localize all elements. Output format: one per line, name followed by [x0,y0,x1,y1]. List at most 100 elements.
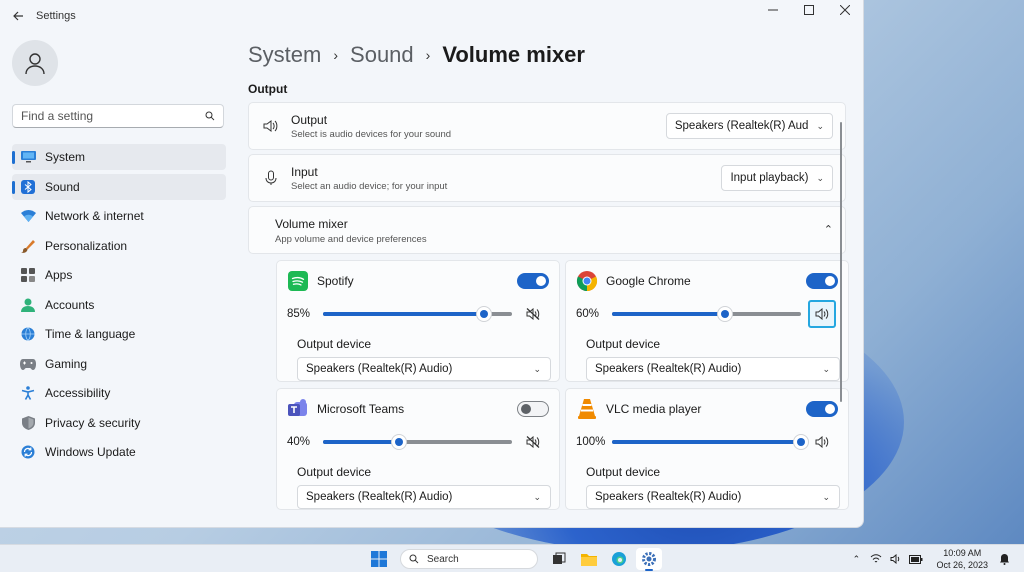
output-device-label: Output device [297,465,372,479]
volume-slider-thumb[interactable] [390,434,407,450]
sidebar-item-apps[interactable]: Apps [12,262,226,288]
sidebar-item-label: System [45,150,86,164]
search-box[interactable] [12,104,224,128]
app-output-device-dropdown[interactable]: Speakers (Realtek(R) Audio) ⌄ [586,357,840,381]
output-device-label: Output device [297,337,372,351]
user-icon [25,53,45,75]
volume-slider-fill [323,440,399,444]
accessibility-icon [20,385,36,401]
sidebar-item-gaming[interactable]: Gaming [12,351,226,377]
sidebar-item-label: Apps [45,268,73,282]
input-device-value: Input playback) [730,172,809,184]
volume-slider[interactable] [323,434,512,450]
clock-date: Oct 26, 2023 [936,560,988,570]
minimize-button[interactable] [755,0,791,20]
avatar[interactable] [12,40,58,86]
chevron-up-icon[interactable]: ⌃ [824,223,833,236]
input-subtitle: Select an audio device; for your input [291,180,448,192]
file-explorer-button[interactable] [576,548,602,570]
speaker-icon[interactable] [810,430,834,454]
volume-icon[interactable] [888,551,904,567]
apps-icon [20,267,36,283]
app-enable-toggle[interactable] [806,273,838,289]
close-button[interactable] [827,0,863,20]
sidebar-item-privacy-security[interactable]: Privacy & security [12,410,226,436]
vlc-media-playerlogo-icon [576,398,598,420]
output-row[interactable]: Output Select is audio devices for your … [248,102,846,150]
maximize-button[interactable] [791,0,827,20]
volume-slider-thumb[interactable] [475,306,492,322]
chevron-down-icon: ⌄ [822,491,830,502]
task-view-button[interactable] [546,548,572,570]
volume-slider[interactable] [612,306,801,322]
volume-slider-thumb[interactable] [717,306,734,322]
sidebar-item-sound[interactable]: Sound [12,173,226,200]
sidebar-item-system[interactable]: System [12,144,226,170]
start-button[interactable] [366,548,392,570]
app-output-device-dropdown[interactable]: Speakers (Realtek(R) Audio) ⌄ [297,485,551,509]
speaker-icon[interactable] [808,300,836,328]
app-output-device-value: Speakers (Realtek(R) Audio) [595,363,742,375]
brush-icon [20,238,36,254]
microsoft-teamslogo-icon [287,398,309,420]
app-name: Spotify [317,274,354,288]
chevron-down-icon: ⌄ [816,120,824,131]
sidebar-item-label: Privacy & security [45,415,141,430]
chevron-down-icon: ⌄ [533,363,541,374]
volume-slider[interactable] [323,306,512,322]
search-icon [205,111,215,121]
taskbar-search-label: Search [427,553,459,565]
sidebar-item-label: Accessibility [45,386,111,400]
search-input[interactable] [21,109,205,123]
settings-taskbar-button[interactable] [636,548,662,571]
back-button[interactable] [0,0,36,32]
sidebar-item-time-language[interactable]: Time & language [12,321,226,347]
volume-mixer-subtitle: App volume and device preferences [275,234,427,245]
volume-slider[interactable] [612,434,809,450]
scrollbar[interactable] [840,122,842,402]
taskbar-search[interactable]: Search [400,549,538,569]
app-output-device-dropdown[interactable]: Speakers (Realtek(R) Audio) ⌄ [586,485,840,509]
sidebar-item-accessibility[interactable]: Accessibility [12,380,226,406]
app-card-microsoft-teams: Microsoft Teams 40% Output device Speakers … [276,388,560,510]
page-title: Volume mixer [442,42,585,67]
input-title: Input [291,164,318,179]
app-enable-toggle[interactable] [517,401,549,417]
notification-bell-icon[interactable] [996,551,1012,567]
volume-mixer-title: Volume mixer [275,217,348,231]
input-row[interactable]: Input Select an audio device; for your i… [248,154,846,202]
breadcrumb-system[interactable]: System [248,42,321,68]
chevron-down-icon: ⌄ [822,363,830,374]
app-output-device-dropdown[interactable]: Speakers (Realtek(R) Audio) ⌄ [297,357,551,381]
taskbar-center: Search [366,548,666,571]
chevron-up-icon[interactable]: ⌃ [848,551,864,567]
sidebar-item-accounts[interactable]: Accounts [12,292,226,318]
volume-percent: 40% [287,436,311,448]
output-device-dropdown[interactable]: Speakers (Realtek(R) Aud ⌄ [665,113,833,139]
edge-button[interactable] [606,548,632,570]
bluetooth-icon [20,179,36,195]
battery-icon[interactable] [908,551,924,567]
spotifylogo-icon [287,270,309,292]
settings-window: Settings System Sound Network & internet Pe… [0,0,864,528]
sidebar-nav: System Sound Network & internet Personaliza… [12,144,226,469]
search-icon [409,554,419,564]
volume-slider-thumb[interactable] [793,434,809,450]
app-enable-toggle[interactable] [517,273,549,289]
clock[interactable]: 10:09 AM Oct 26, 2023 [936,547,988,571]
app-name: Microsoft Teams [317,402,405,416]
system-tray: ⌃ 10:09 AM Oct 26, 2023 [848,547,1016,571]
main-content: System › Sound › Volume mixer Output Out… [248,32,849,527]
clock-time: 10:09 AM [943,548,982,558]
app-enable-toggle[interactable] [806,401,838,417]
input-device-dropdown[interactable]: Input playback) ⌄ [721,165,833,191]
volume-mixer-header[interactable]: Volume mixer App volume and device prefe… [248,206,846,254]
breadcrumb-sound[interactable]: Sound [350,42,414,68]
sidebar-item-windows-update[interactable]: Windows Update [12,439,226,465]
mute-icon[interactable] [521,302,545,326]
sidebar-item-network-internet[interactable]: Network & internet [12,203,226,229]
mute-icon[interactable] [521,430,545,454]
sidebar-item-personalization[interactable]: Personalization [12,233,226,259]
wifi-icon[interactable] [868,551,884,567]
sidebar-item-label: Time & language [45,327,136,341]
